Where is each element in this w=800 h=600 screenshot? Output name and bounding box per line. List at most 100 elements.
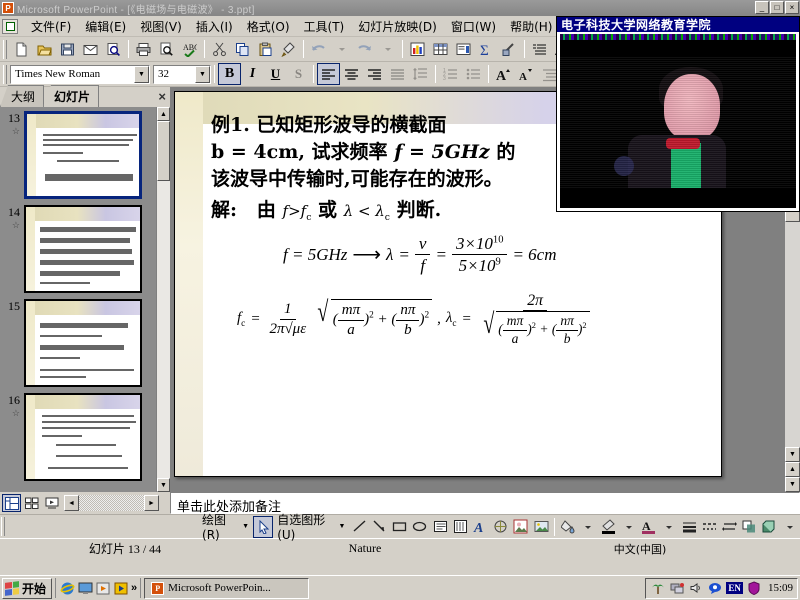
font-color-icon[interactable]: A [639, 516, 659, 538]
menu-edit[interactable]: 编辑(E) [78, 16, 133, 37]
line-icon[interactable] [349, 516, 369, 538]
menu-file[interactable]: 文件(F) [24, 16, 78, 37]
select-arrow-icon[interactable] [253, 515, 274, 538]
underline-button[interactable]: U [264, 63, 287, 85]
chevron-down-icon[interactable]: ▼ [242, 523, 253, 530]
diagram-icon[interactable] [491, 516, 511, 538]
hyperlink-icon[interactable] [498, 38, 521, 60]
network-icon[interactable] [669, 580, 685, 596]
insert-table-icon[interactable] [429, 38, 452, 60]
italic-button[interactable]: I [241, 63, 264, 85]
slide-thumbnail[interactable] [24, 299, 142, 387]
undo-icon[interactable] [307, 38, 330, 60]
align-right-icon[interactable] [363, 63, 386, 85]
scrollbar-track[interactable] [79, 495, 144, 511]
font-size-combo[interactable]: 32 ▼ [153, 64, 211, 84]
media-player-icon[interactable] [95, 580, 111, 596]
menu-help[interactable]: 帮助(H) [503, 16, 559, 37]
cut-scissors-icon[interactable] [208, 38, 231, 60]
scroll-left-button[interactable]: ◄ [64, 495, 79, 511]
search-icon[interactable] [102, 38, 125, 60]
align-left-icon[interactable] [317, 63, 340, 85]
scroll-down-button[interactable]: ▼ [785, 447, 800, 462]
video-overlay-window[interactable]: 电子科技大学网络教育学院 [556, 16, 800, 212]
notes-pane[interactable]: 单击此处添加备注 [170, 492, 800, 515]
language-status[interactable]: 中文(中国) [480, 541, 800, 557]
line-color-icon[interactable] [598, 516, 618, 538]
wordart-icon[interactable]: A [470, 516, 490, 538]
toolbar-grip[interactable] [3, 64, 7, 84]
chevron-down-icon[interactable]: ▼ [134, 65, 149, 83]
normal-view-icon[interactable] [2, 494, 21, 512]
print-preview-icon[interactable] [155, 38, 178, 60]
insert-picture-icon[interactable] [531, 516, 551, 538]
font-color-dropdown[interactable] [659, 516, 679, 538]
shield-icon[interactable] [746, 580, 762, 596]
text-box-icon[interactable] [430, 516, 450, 538]
menu-view[interactable]: 视图(V) [133, 16, 189, 37]
arrow-icon[interactable] [370, 516, 390, 538]
format-painter-icon[interactable] [277, 38, 300, 60]
menu-insert[interactable]: 插入(I) [189, 16, 240, 37]
scroll-right-button[interactable]: ► [144, 495, 159, 511]
scroll-up-button[interactable]: ▲ [157, 107, 170, 121]
messenger-icon[interactable] [707, 580, 723, 596]
start-button[interactable]: 开始 [2, 577, 53, 599]
tab-slides[interactable]: 幻灯片 [43, 85, 100, 107]
shadow-style-icon[interactable] [740, 516, 760, 538]
email-icon[interactable] [79, 38, 102, 60]
line-color-dropdown[interactable] [619, 516, 639, 538]
menu-slideshow[interactable]: 幻灯片放映(D) [351, 16, 444, 37]
tab-outline[interactable]: 大纲 [0, 85, 45, 107]
fill-color-icon[interactable] [558, 516, 578, 538]
redo-icon[interactable] [353, 38, 376, 60]
scrollbar-track[interactable] [785, 222, 800, 447]
volume-icon[interactable] [688, 580, 704, 596]
close-pane-icon[interactable]: × [158, 89, 166, 104]
new-document-icon[interactable] [10, 38, 33, 60]
open-folder-icon[interactable] [33, 38, 56, 60]
paste-clipboard-icon[interactable] [254, 38, 277, 60]
justify-icon[interactable] [386, 63, 409, 85]
outline-list-icon[interactable] [528, 38, 551, 60]
menu-window[interactable]: 窗口(W) [444, 16, 503, 37]
chevron-down-icon[interactable]: ▼ [195, 65, 210, 83]
3d-style-icon[interactable] [760, 516, 780, 538]
list-item[interactable]: 13 ☆ [2, 111, 154, 199]
sum-icon[interactable]: Σ [475, 38, 498, 60]
3d-dropdown[interactable] [780, 516, 800, 538]
shadow-button[interactable]: S [287, 63, 310, 85]
internet-explorer-icon[interactable] [59, 580, 75, 596]
slide-sorter-view-icon[interactable] [22, 494, 41, 512]
design-template-name[interactable]: Nature [250, 541, 480, 556]
slides-pane-scrollbar[interactable]: ▲ ▼ [156, 107, 170, 492]
taskbar-clock[interactable]: 15:09 [765, 582, 793, 594]
previous-slide-button[interactable]: ▲ [785, 462, 800, 477]
increase-font-icon[interactable]: A [492, 63, 515, 85]
fill-color-dropdown[interactable] [578, 516, 598, 538]
scrollbar-track[interactable] [157, 181, 170, 478]
line-style-icon[interactable] [679, 516, 699, 538]
rectangle-icon[interactable] [390, 516, 410, 538]
oval-icon[interactable] [410, 516, 430, 538]
toolbar-grip[interactable] [1, 517, 5, 536]
decrease-font-icon[interactable]: A [515, 63, 538, 85]
list-item[interactable]: 15 [2, 299, 154, 387]
slide-thumbnail[interactable] [24, 111, 142, 199]
play-icon[interactable] [113, 580, 129, 596]
copy-icon[interactable] [231, 38, 254, 60]
font-name-combo[interactable]: Times New Roman ▼ [10, 64, 150, 84]
insert-chart-icon[interactable] [406, 38, 429, 60]
menu-tools[interactable]: 工具(T) [297, 16, 352, 37]
vertical-text-icon[interactable] [450, 516, 470, 538]
show-desktop-icon[interactable] [77, 580, 93, 596]
list-item[interactable]: 16 ☆ [2, 393, 154, 481]
bulleted-list-icon[interactable] [462, 63, 485, 85]
list-item[interactable]: 14 ☆ [2, 205, 154, 293]
quick-launch-more-icon[interactable]: » [131, 582, 137, 594]
print-icon[interactable] [132, 38, 155, 60]
numbered-list-icon[interactable]: 123 [439, 63, 462, 85]
scrollbar-thumb[interactable] [157, 121, 170, 181]
chevron-down-icon[interactable]: ▼ [338, 523, 349, 530]
arrow-style-icon[interactable] [719, 516, 739, 538]
